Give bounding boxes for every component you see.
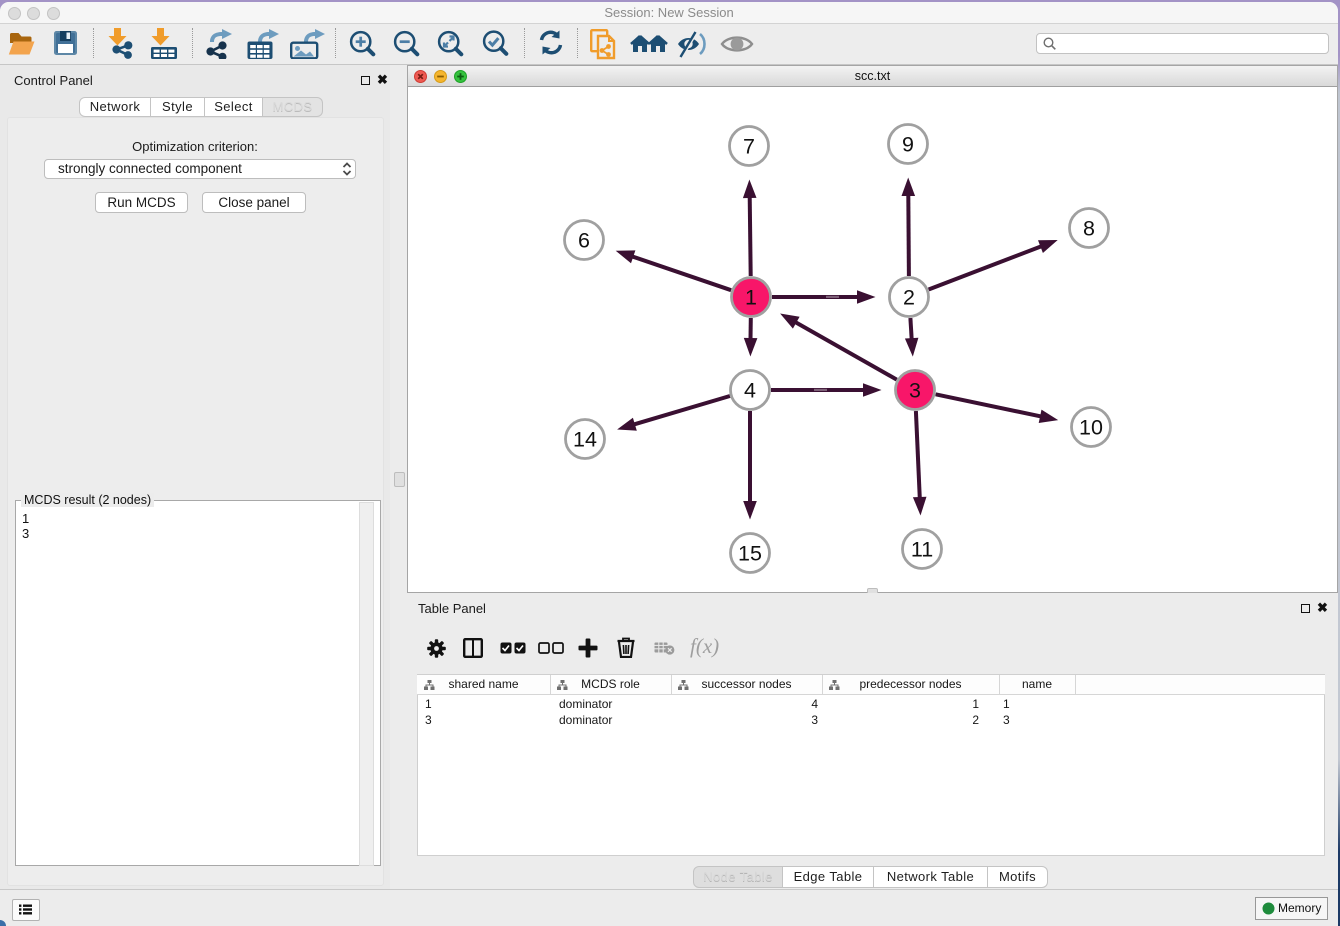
svg-text:2: 2 (903, 286, 915, 310)
svg-text:14: 14 (573, 428, 597, 452)
svg-text:3: 3 (909, 379, 921, 403)
svg-text:6: 6 (578, 229, 590, 253)
svg-text:15: 15 (738, 542, 762, 566)
svg-text:4: 4 (744, 379, 756, 403)
svg-text:9: 9 (902, 133, 914, 157)
svg-text:11: 11 (911, 538, 933, 562)
svg-text:1: 1 (745, 286, 757, 310)
svg-text:10: 10 (1079, 416, 1103, 440)
svg-text:8: 8 (1083, 217, 1095, 241)
svg-text:7: 7 (743, 135, 755, 159)
